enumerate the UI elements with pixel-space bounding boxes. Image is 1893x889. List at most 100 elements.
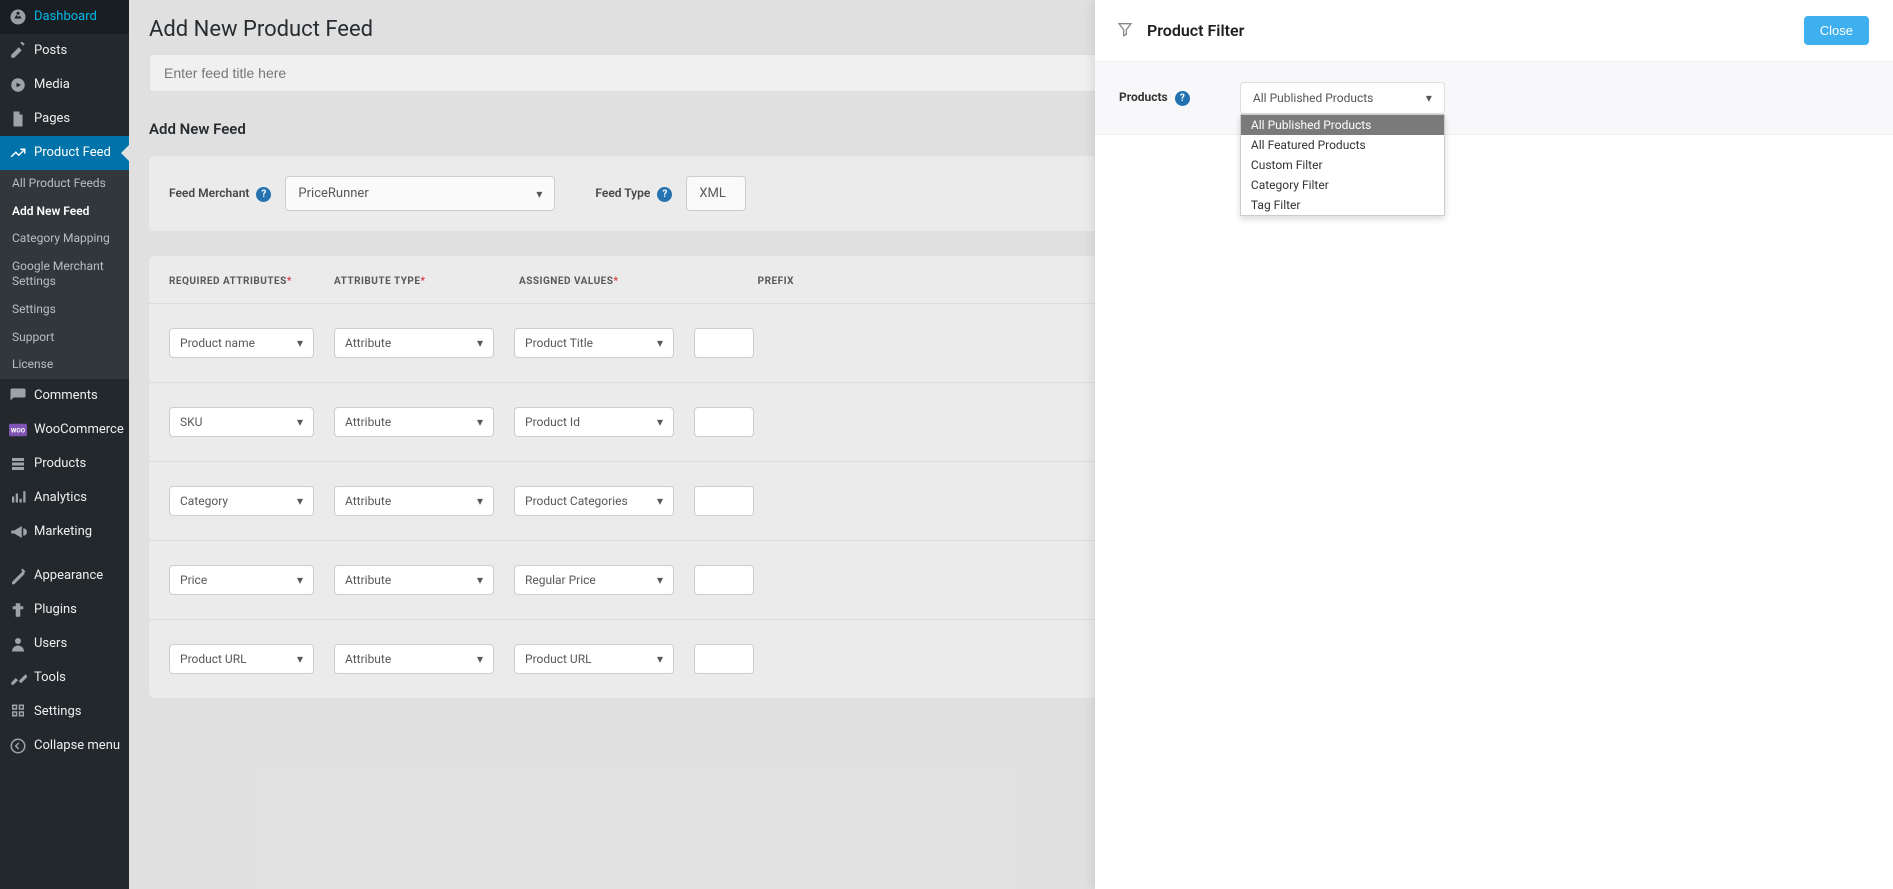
chevron-down-icon: ▾ [477, 573, 483, 587]
attr-type-select[interactable]: Attribute▾ [334, 644, 494, 674]
dropdown-option[interactable]: Category Filter [1241, 175, 1444, 195]
dropdown-option[interactable]: Tag Filter [1241, 195, 1444, 215]
drawer-title: Product Filter [1147, 21, 1244, 40]
sidebar-item-media[interactable]: Media [0, 68, 129, 102]
help-icon[interactable]: ? [657, 187, 672, 202]
sidebar-item-label: Media [34, 77, 70, 93]
sidebar-item-dashboard[interactable]: Dashboard [0, 0, 129, 34]
users-icon [8, 634, 28, 654]
media-icon [8, 75, 28, 95]
chevron-down-icon: ▾ [477, 336, 483, 350]
help-icon[interactable]: ? [256, 187, 271, 202]
chevron-down-icon: ▾ [536, 187, 542, 201]
prefix-input[interactable] [694, 328, 754, 358]
sidebar-item-label: Plugins [34, 602, 77, 618]
attr-type-select[interactable]: Attribute▾ [334, 486, 494, 516]
prefix-input[interactable] [694, 565, 754, 595]
required-attr-select[interactable]: Product name▾ [169, 328, 314, 358]
plugins-icon [8, 600, 28, 620]
sidebar-sub-item[interactable]: Settings [0, 296, 129, 324]
products-select[interactable]: All Published Products ▾ [1240, 82, 1445, 114]
sidebar-item-label: Settings [34, 704, 81, 720]
sidebar-item-label: Product Feed [34, 145, 111, 161]
sidebar-sub-item[interactable]: License [0, 351, 129, 379]
required-attr-select[interactable]: Product URL▾ [169, 644, 314, 674]
header-values: ASSIGNED VALUES* [519, 276, 704, 287]
sidebar-item-label: Dashboard [34, 9, 97, 25]
sidebar-item-settings[interactable]: Settings [0, 695, 129, 729]
sidebar-item-label: Analytics [34, 490, 87, 506]
appearance-icon [8, 566, 28, 586]
sidebar-item-label: Users [34, 636, 67, 652]
chevron-down-icon: ▾ [477, 415, 483, 429]
prefix-input[interactable] [694, 486, 754, 516]
dropdown-option[interactable]: All Published Products [1241, 115, 1444, 135]
filter-icon [1117, 21, 1133, 41]
assigned-value-select[interactable]: Product URL▾ [514, 644, 674, 674]
sidebar-sub-item[interactable]: Add New Feed [0, 198, 129, 226]
sidebar-item-label: Tools [34, 670, 66, 686]
assigned-value-select[interactable]: Product Id▾ [514, 407, 674, 437]
attr-type-select[interactable]: Attribute▾ [334, 565, 494, 595]
chevron-down-icon: ▾ [297, 415, 303, 429]
prefix-input[interactable] [694, 644, 754, 674]
merchant-select[interactable]: PriceRunner ▾ [285, 176, 555, 211]
sidebar-sub-item[interactable]: Category Mapping [0, 225, 129, 253]
header-required: REQUIRED ATTRIBUTES* [169, 276, 334, 287]
sidebar-item-marketing[interactable]: Marketing [0, 515, 129, 549]
sidebar-item-label: Products [34, 456, 86, 472]
attr-type-select[interactable]: Attribute▾ [334, 407, 494, 437]
required-attr-select[interactable]: Category▾ [169, 486, 314, 516]
sidebar-item-label: Comments [34, 388, 98, 404]
svg-text:WOO: WOO [11, 426, 26, 434]
chevron-down-icon: ▾ [1426, 91, 1432, 105]
sidebar-sub-item[interactable]: All Product Feeds [0, 170, 129, 198]
sidebar-item-products[interactable]: Products [0, 447, 129, 481]
chevron-down-icon: ▾ [657, 573, 663, 587]
sidebar-item-analytics[interactable]: Analytics [0, 481, 129, 515]
required-attr-select[interactable]: Price▾ [169, 565, 314, 595]
required-attr-select[interactable]: SKU▾ [169, 407, 314, 437]
products-label: Products ? [1119, 90, 1190, 106]
assigned-value-select[interactable]: Product Categories▾ [514, 486, 674, 516]
assigned-value-select[interactable]: Product Title▾ [514, 328, 674, 358]
help-icon[interactable]: ? [1175, 91, 1190, 106]
chevron-down-icon: ▾ [297, 573, 303, 587]
sidebar-item-users[interactable]: Users [0, 627, 129, 661]
products-dropdown: All Published ProductsAll Featured Produ… [1240, 114, 1445, 216]
feed-type-label: Feed Type ? [595, 186, 672, 202]
sidebar-item-label: Appearance [34, 568, 103, 584]
woo-icon: WOO [8, 420, 28, 440]
attr-type-select[interactable]: Attribute▾ [334, 328, 494, 358]
sidebar-item-label: Posts [34, 43, 67, 59]
sidebar-item-label: Collapse menu [34, 738, 120, 754]
sidebar-item-appearance[interactable]: Appearance [0, 559, 129, 593]
settings-icon [8, 702, 28, 722]
dropdown-option[interactable]: All Featured Products [1241, 135, 1444, 155]
analytics-icon [8, 488, 28, 508]
chevron-down-icon: ▾ [657, 652, 663, 666]
sidebar-item-label: Marketing [34, 524, 92, 540]
sidebar-sub-item[interactable]: Google Merchant Settings [0, 253, 129, 296]
product-filter-drawer: Product Filter Close Products ? All Publ… [1095, 0, 1893, 889]
sidebar-item-collapse-menu[interactable]: Collapse menu [0, 729, 129, 763]
chevron-down-icon: ▾ [297, 494, 303, 508]
chevron-down-icon: ▾ [297, 652, 303, 666]
prefix-input[interactable] [694, 407, 754, 437]
close-button[interactable]: Close [1804, 16, 1869, 45]
feed-type-select[interactable]: XML [686, 176, 746, 211]
sidebar-item-pages[interactable]: Pages [0, 102, 129, 136]
sidebar-item-plugins[interactable]: Plugins [0, 593, 129, 627]
posts-icon [8, 41, 28, 61]
sidebar-item-comments[interactable]: Comments [0, 379, 129, 413]
collapse-icon [8, 736, 28, 756]
dropdown-option[interactable]: Custom Filter [1241, 155, 1444, 175]
sidebar-item-product-feed[interactable]: Product Feed [0, 136, 129, 170]
sidebar-item-posts[interactable]: Posts [0, 34, 129, 68]
chevron-down-icon: ▾ [657, 415, 663, 429]
products-icon [8, 454, 28, 474]
sidebar-item-woocommerce[interactable]: WOOWooCommerce [0, 413, 129, 447]
sidebar-sub-item[interactable]: Support [0, 324, 129, 352]
sidebar-item-tools[interactable]: Tools [0, 661, 129, 695]
assigned-value-select[interactable]: Regular Price▾ [514, 565, 674, 595]
